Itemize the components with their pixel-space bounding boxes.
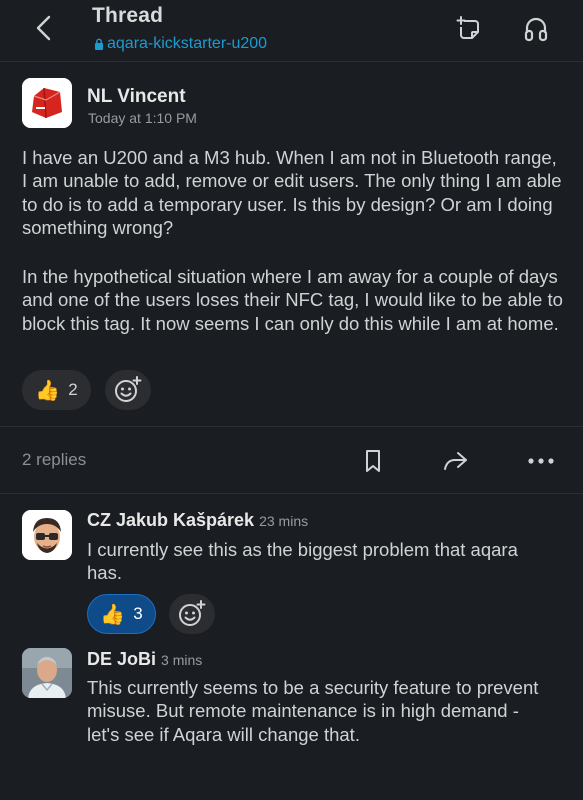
avatar[interactable] xyxy=(22,510,72,560)
avatar[interactable] xyxy=(22,78,72,128)
reply-text: This currently seems to be a security fe… xyxy=(87,677,539,745)
reaction-count: 2 xyxy=(68,380,78,399)
lock-icon xyxy=(95,38,103,50)
store-logo-icon xyxy=(22,78,72,128)
thumbs-up-emoji: 👍 xyxy=(100,603,126,626)
add-reaction-button[interactable] xyxy=(169,594,215,634)
post-timestamp: Today at 1:10 PM xyxy=(88,110,197,126)
reply-author[interactable]: DE JoBi 3 mins xyxy=(87,649,202,670)
add-emoji-icon xyxy=(115,376,142,402)
divider xyxy=(0,426,583,427)
channel-name: aqara-kickstarter-u200 xyxy=(107,35,268,52)
save-button[interactable] xyxy=(357,446,389,476)
thread-header: Thread aqara-kickstarter-u200 xyxy=(0,0,583,62)
reply-author-name: DE JoBi xyxy=(87,649,157,669)
divider xyxy=(0,493,583,494)
reply-timestamp: 3 mins xyxy=(161,652,203,668)
post-paragraph-1: I have an U200 and a M3 hub. When I am n… xyxy=(22,147,562,238)
reaction-thumbs-up[interactable]: 👍 3 xyxy=(87,594,156,634)
avatar[interactable] xyxy=(22,648,72,698)
reaction-count: 3 xyxy=(133,604,143,623)
back-button[interactable] xyxy=(28,12,60,44)
reaction-thumbs-up[interactable]: 👍 2 xyxy=(22,370,91,410)
memoji-avatar-icon xyxy=(22,510,72,560)
add-reaction-button[interactable] xyxy=(105,370,151,410)
share-icon xyxy=(444,452,467,470)
back-icon xyxy=(36,15,51,41)
thumbs-up-emoji: 👍 xyxy=(35,379,61,402)
reply-author[interactable]: CZ Jakub Kašpárek 23 mins xyxy=(87,510,308,531)
share-button[interactable] xyxy=(440,446,472,476)
reply-author-name: CZ Jakub Kašpárek xyxy=(87,510,255,530)
reply-text: I currently see this as the biggest prob… xyxy=(87,539,518,584)
replies-count: 2 replies xyxy=(22,450,87,469)
add-emoji-icon xyxy=(179,600,206,626)
huddle-button[interactable] xyxy=(521,14,551,44)
more-actions-button[interactable] xyxy=(525,446,557,476)
bookmark-icon xyxy=(366,450,380,472)
new-note-icon xyxy=(456,16,479,39)
post-author[interactable]: NL Vincent xyxy=(87,86,186,108)
page-title: Thread xyxy=(92,4,164,27)
new-note-button[interactable] xyxy=(454,14,484,44)
more-icon xyxy=(528,458,554,464)
reply-timestamp: 23 mins xyxy=(259,513,309,529)
headphones-icon xyxy=(524,17,548,42)
channel-link[interactable]: aqara-kickstarter-u200 xyxy=(94,35,267,53)
profile-photo-icon xyxy=(22,648,72,698)
post-paragraph-2: In the hypothetical situation where I am… xyxy=(22,266,563,334)
